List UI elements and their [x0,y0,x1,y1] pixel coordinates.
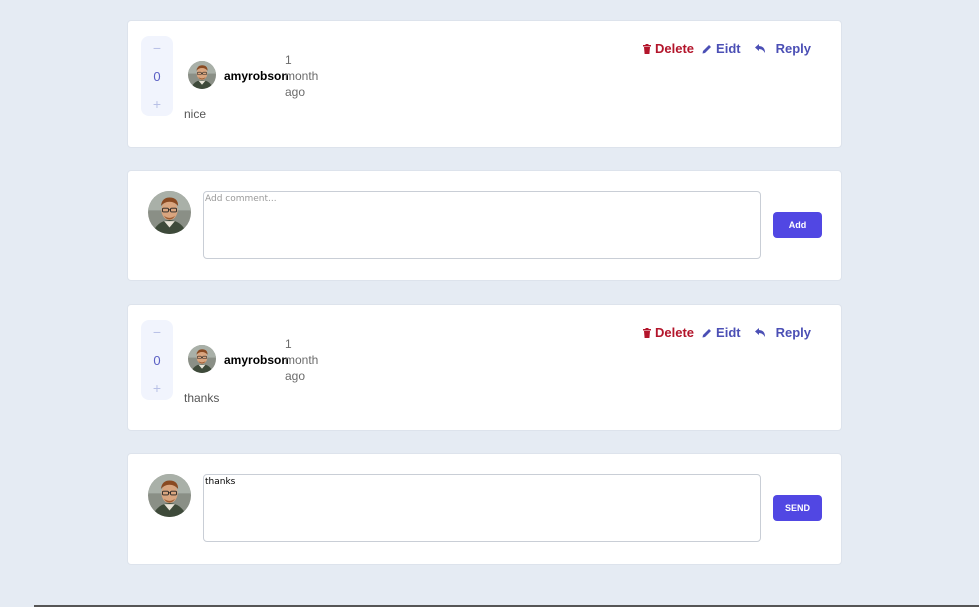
trash-icon [643,327,651,338]
reply-label: Reply [775,41,811,56]
downvote-button[interactable]: − [153,324,161,340]
comment-actions: Delete Eidt Reply [643,41,811,56]
avatar [188,61,216,89]
delete-label: Delete [655,325,695,340]
comment-text: nice [184,107,207,121]
upvote-button[interactable]: + [153,380,161,396]
edit-button[interactable]: Eidt [702,41,741,56]
edit-button[interactable]: Eidt [702,325,741,340]
timestamp-line: month [285,69,319,83]
delete-label: Delete [655,41,695,56]
timestamp: 1 month ago [285,336,325,384]
reply-icon [754,328,765,337]
add-comment-card: Add [127,170,842,281]
vote-control: − 0 + [141,320,173,400]
reply-label: Reply [775,325,811,340]
timestamp-line: 1 [285,337,292,351]
vote-control: − 0 + [141,36,173,116]
reply-icon [754,44,765,53]
comment-text: thanks [184,391,220,405]
timestamp-line: ago [285,369,306,383]
avatar [188,345,216,373]
vote-count: 0 [153,352,161,368]
timestamp-line: 1 [285,53,292,67]
avatar [148,191,191,234]
pencil-icon [702,328,712,337]
comment-actions: Delete Eidt Reply [643,325,811,340]
comment-card: − 0 + amyrobson 1 month ago nice Delete … [127,20,842,148]
pencil-icon [702,44,712,53]
comment-input[interactable] [203,191,761,259]
timestamp-line: month [285,353,319,367]
username: amyrobson [224,69,289,83]
avatar [148,474,191,517]
reply-card: thanks SEND [127,453,842,565]
edit-label: Eidt [716,41,741,56]
upvote-button[interactable]: + [153,96,161,112]
reply-input[interactable]: thanks [203,474,761,542]
vote-count: 0 [153,68,161,84]
downvote-button[interactable]: − [153,40,161,56]
add-button[interactable]: Add [773,212,822,238]
username: amyrobson [224,353,289,367]
send-button[interactable]: SEND [773,495,822,521]
timestamp: 1 month ago [285,52,325,100]
comment-card: − 0 + amyrobson 1 month ago thanks Delet… [127,304,842,431]
reply-button[interactable]: Reply [754,41,811,56]
delete-button[interactable]: Delete [643,41,694,56]
delete-button[interactable]: Delete [643,325,694,340]
trash-icon [643,43,651,54]
edit-label: Eidt [716,325,741,340]
timestamp-line: ago [285,85,306,99]
reply-button[interactable]: Reply [754,325,811,340]
